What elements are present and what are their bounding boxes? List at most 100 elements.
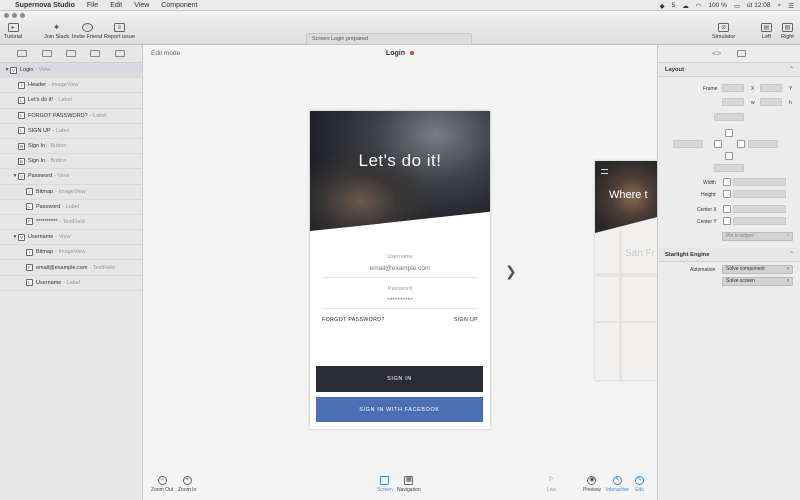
badge-count[interactable]: 5 <box>672 2 676 9</box>
layout-tab-icon[interactable] <box>737 50 746 57</box>
layer-item[interactable]: I Bitmap - ImageView <box>0 185 142 200</box>
canvas[interactable]: Edit mode Login Let's do it! Username em… <box>143 45 657 500</box>
left-panel-toggle[interactable]: ▤ Left <box>761 23 772 40</box>
layer-item[interactable]: I Bitmap - ImageView <box>0 245 142 261</box>
tutorial-button[interactable]: ▸ Tutorial <box>4 23 22 40</box>
layer-item[interactable]: ▼ V Password - View <box>0 169 142 185</box>
zoom-in-button[interactable]: + Zoom In <box>178 476 196 493</box>
dropbox-icon[interactable]: ◆ <box>660 2 665 10</box>
layer-item[interactable]: L Password - Label <box>0 200 142 215</box>
menu-component[interactable]: Component <box>161 2 197 9</box>
zoom-window-button[interactable] <box>20 13 25 18</box>
screens-tab-icon[interactable] <box>17 50 28 57</box>
components-tab-icon[interactable] <box>65 50 76 57</box>
height-checkbox[interactable] <box>723 190 731 198</box>
login-screen-preview[interactable]: Let's do it! Username email@example.com … <box>310 111 490 429</box>
navigation-view-button[interactable]: ▦ Navigation <box>397 476 421 493</box>
layer-item[interactable]: L FORGOT PASSWORD? - Label <box>0 109 142 124</box>
center-y-checkbox[interactable] <box>723 217 731 225</box>
assets-tab-icon[interactable] <box>114 50 125 57</box>
center-x-field[interactable] <box>733 205 786 213</box>
password-label[interactable]: Password <box>310 286 490 292</box>
username-field[interactable]: email@example.com <box>310 265 490 272</box>
layer-item[interactable]: ▼ V Login - View <box>0 63 142 79</box>
leading-constraint-checkbox[interactable] <box>714 140 722 148</box>
username-label[interactable]: Username <box>310 254 490 260</box>
battery-icon[interactable]: ▭ <box>734 2 740 10</box>
menu-app-name[interactable]: Supernova Studio <box>15 2 75 9</box>
time[interactable]: út 12:08 <box>747 2 771 9</box>
forgot-password-link[interactable]: FORGOT PASSWORD? <box>322 317 385 323</box>
menu-edit[interactable]: Edit <box>110 2 122 9</box>
join-slack-button[interactable]: ✱ Join Slack <box>44 23 69 40</box>
sign-in-button[interactable]: SIGN IN <box>316 366 483 392</box>
layer-item[interactable]: B Sign In - Button <box>0 154 142 170</box>
leading-constraint-field[interactable] <box>673 140 703 148</box>
layer-item[interactable]: Femail@example.com - TextField <box>0 260 142 276</box>
interactive-button[interactable]: ↖ Interactive <box>606 476 629 493</box>
bottom-constraint-field[interactable] <box>714 164 744 172</box>
layer-type: - View <box>54 173 70 180</box>
cursor-icon: ↖ <box>613 476 623 485</box>
layer-item[interactable]: ▼ V Username - View <box>0 230 142 246</box>
trailing-constraint-checkbox[interactable] <box>737 140 745 148</box>
report-issue-button[interactable]: ≡ Report issue <box>104 23 135 40</box>
frame-x-field[interactable] <box>722 84 744 92</box>
top-constraint-field[interactable] <box>714 113 744 121</box>
edit-button[interactable]: ✎ Edit <box>635 476 644 493</box>
sign-up-link[interactable]: SIGN UP <box>454 317 478 323</box>
frame-h-field[interactable] <box>760 98 782 106</box>
hero-title[interactable]: Let's do it! <box>310 151 490 171</box>
layer-item[interactable]: F ********** - TextField <box>0 215 142 231</box>
password-field[interactable]: ********** <box>310 297 490 304</box>
layer-name: Password <box>36 203 61 210</box>
solve-screen-button[interactable]: Solve screen › <box>722 277 793 286</box>
engine-section-header[interactable]: Starlight Engine ⌃ <box>658 248 800 262</box>
layout-section-header[interactable]: Layout ⌃ <box>658 63 800 77</box>
battery-percent[interactable]: 100 % <box>708 2 726 9</box>
screen-title-text: Login <box>385 50 406 57</box>
invite-friend-button[interactable]: ♡ Invite Friend <box>72 23 102 40</box>
minimize-window-button[interactable] <box>12 13 17 18</box>
solve-component-button[interactable]: Solve component › <box>722 265 793 274</box>
top-constraint-checkbox[interactable] <box>725 129 733 137</box>
layer-type: - Button <box>47 143 67 150</box>
wifi-icon[interactable]: ◠ <box>696 2 702 10</box>
layer-item[interactable]: L SIGN UP - Label <box>0 124 142 139</box>
frame-w-field[interactable] <box>722 98 744 106</box>
search-icon[interactable]: ⌕ <box>778 2 782 10</box>
width-field[interactable] <box>733 178 786 186</box>
layer-item[interactable]: I Header - ImageView <box>0 78 142 94</box>
right-panel-toggle[interactable]: ▤ Right <box>781 23 794 40</box>
trailing-constraint-field[interactable] <box>748 140 778 148</box>
center-x-checkbox[interactable] <box>723 205 731 213</box>
zoom-out-button[interactable]: − Zoom Out <box>151 476 173 493</box>
header-image[interactable]: Let's do it! <box>310 111 490 231</box>
layout-title: Layout <box>665 67 685 73</box>
menu-view[interactable]: View <box>134 2 149 9</box>
y-label: Y <box>789 86 793 92</box>
layers-tab-icon[interactable] <box>41 50 52 57</box>
chevron-right-icon[interactable]: ❯ <box>505 263 517 280</box>
width-checkbox[interactable] <box>723 178 731 186</box>
bottom-constraint-checkbox[interactable] <box>725 152 733 160</box>
live-button[interactable]: ▷ Live <box>547 476 556 493</box>
close-window-button[interactable] <box>4 13 9 18</box>
list-icon[interactable]: ☰ <box>788 2 794 10</box>
next-screen-preview[interactable]: Where t San Fr <box>595 161 657 380</box>
frame-y-field[interactable] <box>760 84 782 92</box>
code-tab-icon[interactable]: <> <box>712 50 721 58</box>
preview-button[interactable]: ◉ Preview <box>583 476 601 493</box>
cloud-icon[interactable]: ☁ <box>682 2 689 10</box>
simulator-button[interactable]: ⊘ Simulator <box>712 23 735 40</box>
center-y-field[interactable] <box>733 217 786 225</box>
facebook-sign-in-button[interactable]: SIGN IN WITH FACEBOOK <box>316 397 483 422</box>
layer-item[interactable]: L Let's do it! - Label <box>0 93 142 109</box>
flow-tab-icon[interactable] <box>90 50 101 57</box>
menu-file[interactable]: File <box>87 2 98 9</box>
layer-item[interactable]: B Sign In - Button <box>0 139 142 155</box>
screen-view-button[interactable]: Screen <box>377 476 393 493</box>
pin-to-edges-button[interactable]: Pin to edges › <box>722 232 793 241</box>
layer-item[interactable]: L Username - Label <box>0 276 142 291</box>
height-field[interactable] <box>733 190 786 198</box>
